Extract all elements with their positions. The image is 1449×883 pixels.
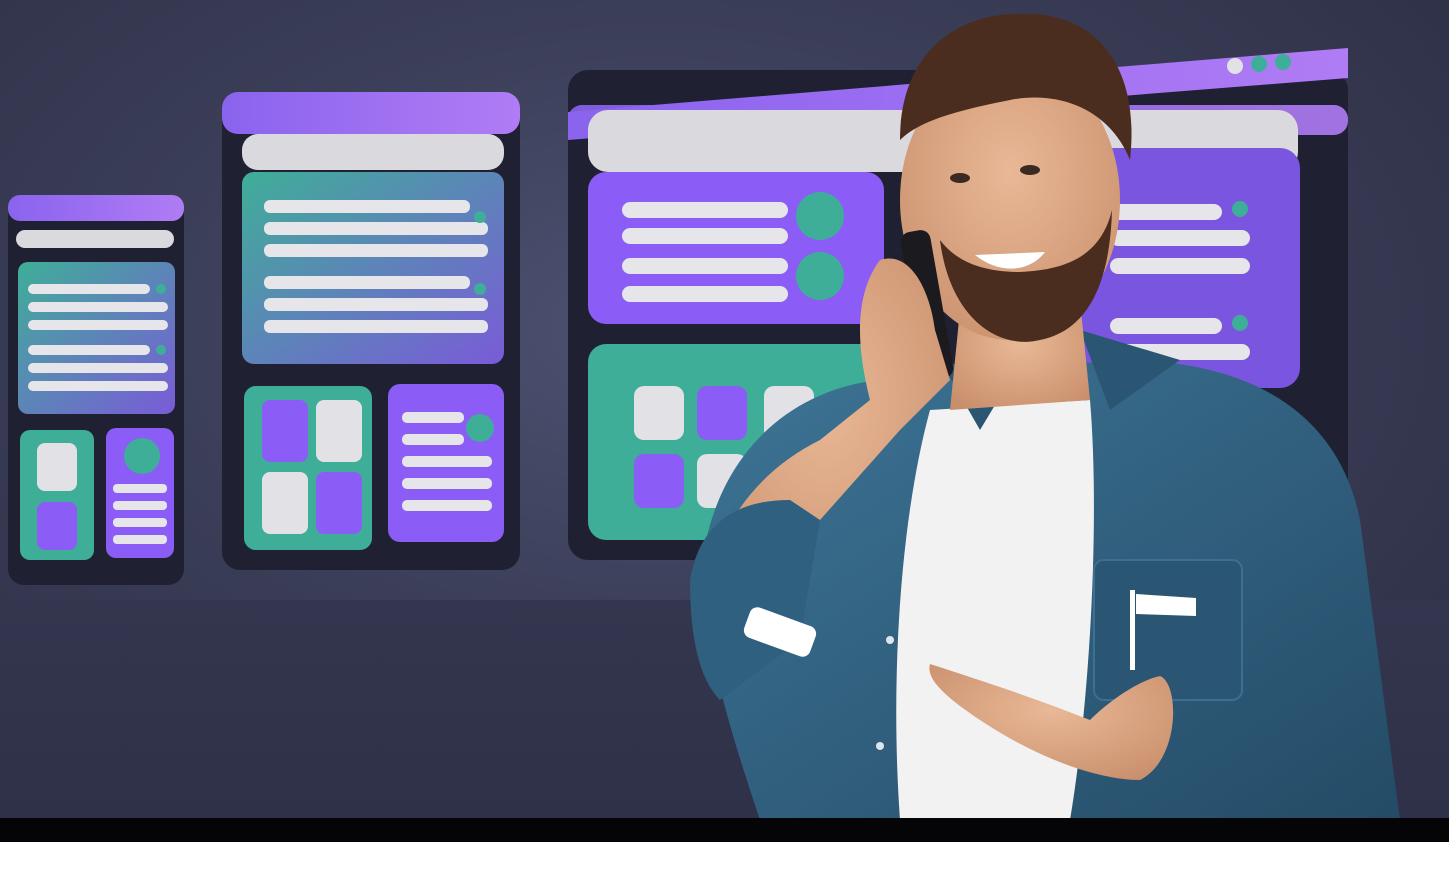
background-stage xyxy=(0,0,1449,820)
hero-image xyxy=(0,0,1449,883)
ui-mockups xyxy=(8,13,1400,820)
mockup-card-medium xyxy=(222,92,520,570)
three-dot-window-controls xyxy=(1227,58,1243,74)
mockup-card-small xyxy=(8,195,184,585)
bottom-dark-band xyxy=(0,818,1449,842)
bottom-white-band xyxy=(0,842,1449,883)
